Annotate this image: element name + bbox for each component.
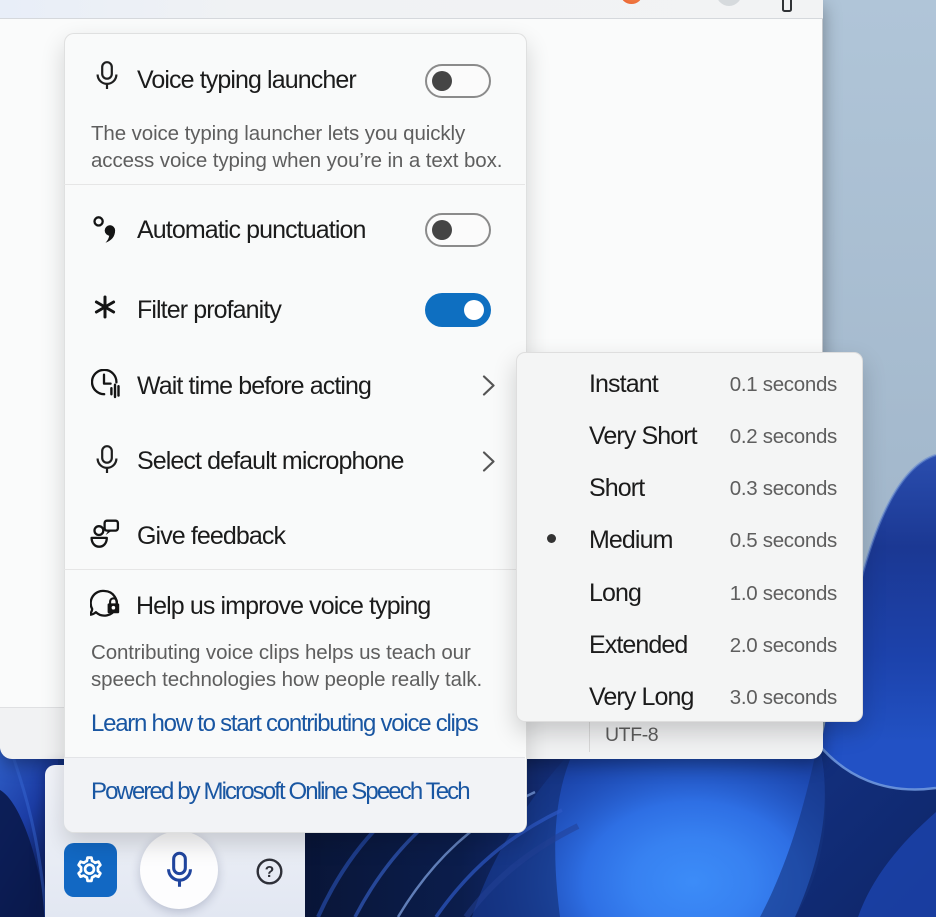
svg-text:?: ?: [265, 864, 274, 881]
